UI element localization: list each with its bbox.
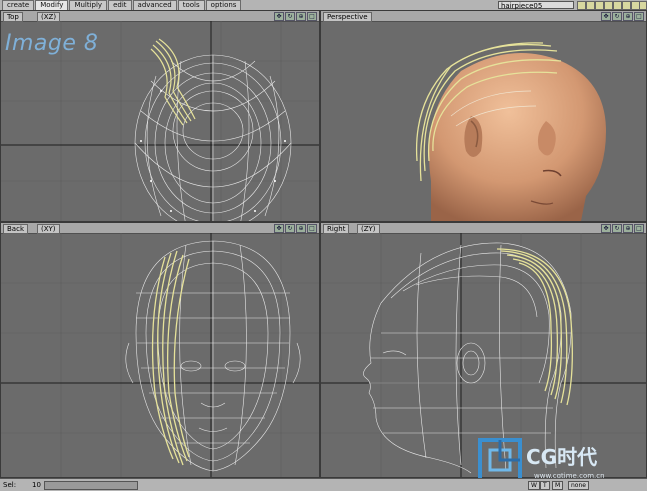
selection-label: Sel: bbox=[3, 481, 17, 489]
rotate-view-icon[interactable]: ↻ bbox=[285, 224, 295, 233]
tab-advanced[interactable]: advanced bbox=[132, 0, 177, 10]
status-bar: Sel: 10 W T M none bbox=[0, 478, 647, 491]
move-view-icon[interactable]: ✥ bbox=[601, 224, 611, 233]
rotate-view-icon[interactable]: ↻ bbox=[285, 12, 295, 21]
viewport-back-controls: ✥ ↻ ⊕ □ bbox=[273, 224, 317, 233]
head-wireframe-top bbox=[134, 54, 292, 221]
maximize-view-icon[interactable]: □ bbox=[634, 12, 644, 21]
zoom-view-icon[interactable]: ⊕ bbox=[296, 12, 306, 21]
viewport-back[interactable]: Back (XY) ✥ ↻ ⊕ □ bbox=[0, 222, 320, 478]
watermark-brand: CG时代 bbox=[526, 445, 597, 469]
move-view-icon[interactable]: ✥ bbox=[274, 12, 284, 21]
zoom-view-icon[interactable]: ⊕ bbox=[623, 12, 633, 21]
viewport-back-canvas[interactable] bbox=[1, 233, 319, 477]
viewport-perspective-canvas[interactable] bbox=[321, 21, 646, 221]
tab-tools[interactable]: tools bbox=[177, 0, 205, 10]
viewport-perspective[interactable]: Perspective ✥ ↻ ⊕ □ bbox=[320, 10, 647, 222]
maximize-view-icon[interactable]: □ bbox=[307, 224, 317, 233]
tab-modify[interactable]: Modify bbox=[35, 0, 69, 10]
layer-button-8[interactable] bbox=[639, 1, 647, 10]
viewport-perspective-controls: ✥ ↻ ⊕ □ bbox=[600, 12, 644, 21]
zoom-view-icon[interactable]: ⊕ bbox=[623, 224, 633, 233]
mode-m-button[interactable]: M bbox=[552, 481, 564, 490]
mode-none-button[interactable]: none bbox=[568, 481, 589, 490]
menu-tabs: create Modify Multiply edit advanced too… bbox=[2, 0, 242, 10]
layer-button-6[interactable] bbox=[622, 1, 631, 10]
viewport-right-controls: ✥ ↻ ⊕ □ bbox=[600, 224, 644, 233]
layer-button-4[interactable] bbox=[604, 1, 613, 10]
tab-options[interactable]: options bbox=[205, 0, 242, 10]
move-view-icon[interactable]: ✥ bbox=[601, 12, 611, 21]
tab-create[interactable]: create bbox=[2, 0, 35, 10]
hair-guides-top bbox=[150, 38, 196, 126]
layer-button-1[interactable] bbox=[577, 1, 586, 10]
layer-button-2[interactable] bbox=[586, 1, 595, 10]
rotate-view-icon[interactable]: ↻ bbox=[612, 12, 622, 21]
zoom-view-icon[interactable]: ⊕ bbox=[296, 224, 306, 233]
move-view-icon[interactable]: ✥ bbox=[274, 224, 284, 233]
rendered-head bbox=[429, 53, 606, 221]
mode-t-button[interactable]: T bbox=[540, 481, 550, 490]
cgtime-logo-icon bbox=[478, 438, 522, 482]
viewport-top-controls: ✥ ↻ ⊕ □ bbox=[273, 12, 317, 21]
layer-button-5[interactable] bbox=[613, 1, 622, 10]
image-label: Image 8 bbox=[5, 31, 99, 56]
tab-multiply[interactable]: Multiply bbox=[69, 0, 108, 10]
cgtime-watermark: CG时代 www.cgtime.com.cn bbox=[478, 438, 605, 482]
head-wireframe-back bbox=[125, 240, 301, 472]
mode-w-button[interactable]: W bbox=[528, 481, 540, 490]
selection-count: 10 bbox=[32, 481, 41, 489]
rotate-view-icon[interactable]: ↻ bbox=[612, 224, 622, 233]
layer-select[interactable]: hairpiece05 bbox=[498, 1, 574, 10]
viewport-top[interactable]: Top (XZ) ✥ ↻ ⊕ □ Image 8 bbox=[0, 10, 320, 222]
maximize-view-icon[interactable]: □ bbox=[307, 12, 317, 21]
layer-button-3[interactable] bbox=[595, 1, 604, 10]
progress-bar bbox=[44, 481, 138, 490]
maximize-view-icon[interactable]: □ bbox=[634, 224, 644, 233]
hair-guides-right bbox=[496, 248, 573, 406]
tab-edit[interactable]: edit bbox=[108, 0, 132, 10]
